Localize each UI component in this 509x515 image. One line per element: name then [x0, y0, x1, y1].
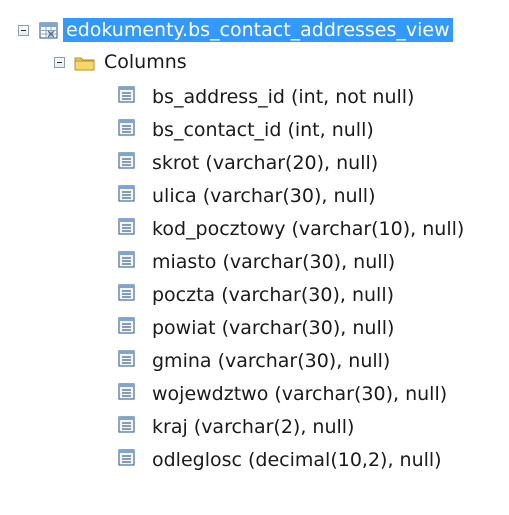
- column-label[interactable]: miasto (varchar(30), null): [149, 250, 398, 274]
- column-icon: [118, 350, 135, 372]
- tree-node-column[interactable]: miasto (varchar(30), null): [118, 248, 398, 276]
- object-explorer-tree: edokumenty.bs_contact_addresses_view Col…: [0, 0, 509, 515]
- tree-node-column[interactable]: poczta (varchar(30), null): [118, 281, 397, 309]
- tree-node-columns-folder[interactable]: Columns: [54, 48, 190, 76]
- column-icon: [118, 317, 135, 339]
- column-label[interactable]: bs_contact_id (int, null): [149, 118, 377, 142]
- column-label[interactable]: skrot (varchar(20), null): [149, 151, 381, 175]
- column-icon: [118, 119, 135, 141]
- tree-node-column[interactable]: skrot (varchar(20), null): [118, 149, 381, 177]
- tree-node-column[interactable]: kraj (varchar(2), null): [118, 413, 357, 441]
- view-label[interactable]: edokumenty.bs_contact_addresses_view: [63, 18, 453, 42]
- tree-node-column[interactable]: ulica (varchar(30), null): [118, 182, 379, 210]
- column-label[interactable]: poczta (varchar(30), null): [149, 283, 397, 307]
- column-icon: [118, 185, 135, 207]
- tree-node-column[interactable]: bs_contact_id (int, null): [118, 116, 377, 144]
- view-icon: [39, 21, 58, 39]
- column-icon: [118, 218, 135, 240]
- tree-node-column[interactable]: powiat (varchar(30), null): [118, 314, 397, 342]
- column-icon: [118, 383, 135, 405]
- column-label[interactable]: kod_pocztowy (varchar(10), null): [149, 217, 467, 241]
- tree-node-column[interactable]: odleglosc (decimal(10,2), null): [118, 446, 445, 474]
- column-label[interactable]: odleglosc (decimal(10,2), null): [149, 448, 445, 472]
- column-icon: [118, 86, 135, 108]
- tree-node-column[interactable]: gmina (varchar(30), null): [118, 347, 393, 375]
- column-label[interactable]: kraj (varchar(2), null): [149, 415, 357, 439]
- tree-node-column[interactable]: wojewdztwo (varchar(30), null): [118, 380, 450, 408]
- column-label[interactable]: wojewdztwo (varchar(30), null): [149, 382, 450, 406]
- column-icon: [118, 251, 135, 273]
- column-icon: [118, 284, 135, 306]
- collapse-view-icon[interactable]: [18, 24, 29, 36]
- collapse-columns-icon[interactable]: [54, 56, 65, 68]
- column-label[interactable]: ulica (varchar(30), null): [149, 184, 379, 208]
- column-label[interactable]: powiat (varchar(30), null): [149, 316, 397, 340]
- column-icon: [118, 152, 135, 174]
- column-label[interactable]: gmina (varchar(30), null): [149, 349, 393, 373]
- tree-node-column[interactable]: bs_address_id (int, not null): [118, 83, 417, 111]
- tree-node-column[interactable]: kod_pocztowy (varchar(10), null): [118, 215, 467, 243]
- column-label[interactable]: bs_address_id (int, not null): [149, 85, 417, 109]
- folder-label[interactable]: Columns: [101, 50, 190, 74]
- folder-icon: [74, 54, 95, 71]
- column-icon: [118, 416, 135, 438]
- tree-node-view[interactable]: edokumenty.bs_contact_addresses_view: [18, 16, 453, 44]
- column-icon: [118, 449, 135, 471]
